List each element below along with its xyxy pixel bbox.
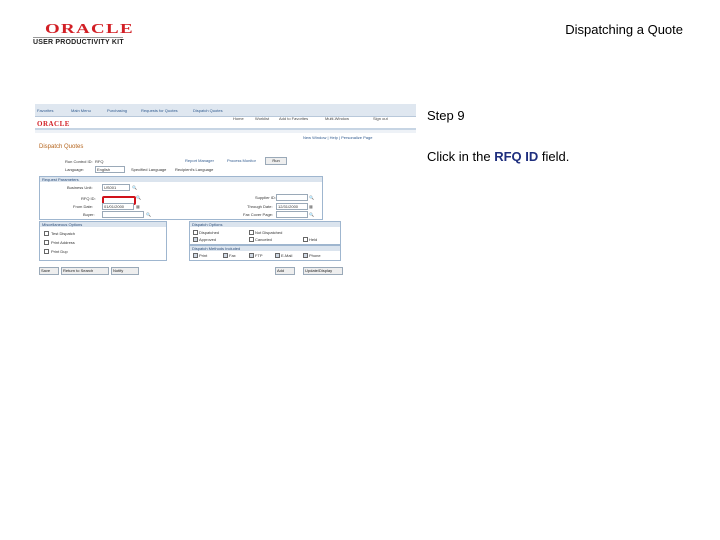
oracle-upk-logo: ORACLE USER PRODUCTIVITY KIT	[33, 22, 133, 48]
held-checkbox[interactable]	[303, 237, 308, 242]
language-label: Language:	[65, 167, 84, 172]
logo-divider	[33, 37, 123, 38]
page-title: Dispatching a Quote	[565, 22, 683, 37]
business-unit-field[interactable]: US001	[102, 184, 130, 191]
fax-cover-label: Fax Cover Page:	[243, 212, 274, 217]
rfq-id-label: RFQ ID:	[81, 196, 96, 201]
business-unit-value: US001	[104, 185, 117, 190]
fax-cover-field[interactable]	[276, 211, 308, 218]
lookup-icon[interactable]: 🔍	[309, 195, 314, 200]
print-address-checkbox[interactable]	[44, 240, 49, 245]
top-link[interactable]: Add to Favorites	[279, 116, 308, 121]
language-value: English	[97, 167, 111, 172]
calendar-icon[interactable]: ▦	[136, 204, 140, 209]
from-date-field[interactable]: 01/01/2000	[102, 203, 134, 210]
canceled-label: Canceled	[255, 237, 272, 242]
screenshot-page-title: Dispatch Quotes	[39, 144, 84, 150]
logo-brand: ORACLE	[45, 22, 134, 37]
dispatch-options-title: Dispatch Options	[190, 222, 340, 227]
instruction-text: Click in the RFQ ID field.	[427, 149, 569, 164]
process-monitor-link[interactable]: Process Monitor	[227, 158, 256, 163]
not-dispatched-label: Not Dispatched	[255, 230, 283, 235]
from-date-value: 01/01/2000	[104, 204, 125, 209]
print-address-label: Print Address	[51, 240, 75, 245]
test-dispatch-checkbox[interactable]	[44, 231, 49, 236]
breadcrumb-item[interactable]: Dispatch Quotes	[193, 108, 223, 113]
save-button[interactable]: Save	[39, 267, 59, 275]
supplier-id-field[interactable]	[276, 194, 308, 201]
screenshot-brand: ORACLE	[37, 120, 70, 128]
buyer-field[interactable]	[102, 211, 144, 218]
lookup-icon[interactable]: 🔍	[132, 185, 137, 190]
not-dispatched-checkbox[interactable]	[249, 230, 254, 235]
top-link[interactable]: Worklist	[255, 116, 269, 121]
dispatched-checkbox[interactable]	[193, 230, 198, 235]
supplier-id-label: Supplier ID:	[255, 195, 276, 200]
print-method-label: Print	[199, 253, 208, 258]
business-unit-label: Business Unit:	[67, 185, 93, 190]
lookup-icon[interactable]: 🔍	[309, 212, 314, 217]
step-label: Step 9	[427, 108, 465, 123]
update-display-button[interactable]: Update/Display	[303, 267, 343, 275]
recipients-language-option[interactable]: Recipient's Language	[175, 167, 213, 172]
breadcrumb-item[interactable]: Requests for Quotes	[141, 108, 178, 113]
request-parameters-title: Request Parameters	[40, 177, 322, 182]
instruction-prefix: Click in the	[427, 149, 495, 164]
instruction-suffix: field.	[538, 149, 570, 164]
approved-checkbox[interactable]	[193, 237, 198, 242]
ftp-method-label: FTP	[255, 253, 263, 258]
personalize-links[interactable]: New Window | Help | Personalize Page	[303, 135, 372, 140]
lookup-icon[interactable]: 🔍	[136, 195, 141, 200]
logo-subtitle: USER PRODUCTIVITY KIT	[33, 39, 124, 46]
calendar-icon[interactable]: ▦	[309, 204, 313, 209]
print-dup-label: Print Dup	[51, 249, 68, 254]
phone-method-label: Phone	[309, 253, 321, 258]
return-to-search-button[interactable]: Return to Search	[61, 267, 109, 275]
sub-bar	[35, 130, 416, 133]
add-button[interactable]: Add	[275, 267, 295, 275]
email-method-checkbox[interactable]	[275, 253, 280, 258]
approved-label: Approved	[199, 237, 217, 242]
top-link[interactable]: Sign out	[373, 116, 388, 121]
lookup-icon[interactable]: 🔍	[146, 212, 151, 217]
misc-options-title: Miscellaneous Options	[40, 222, 166, 227]
run-button[interactable]: Run	[265, 157, 287, 165]
email-method-label: E-Mail	[281, 253, 293, 258]
print-dup-checkbox[interactable]	[44, 249, 49, 254]
application-screenshot: Favorites Main Menu Purchasing Requests …	[35, 104, 416, 278]
specified-language-option[interactable]: Specified Language	[131, 167, 166, 172]
canceled-checkbox[interactable]	[249, 237, 254, 242]
instruction-field: RFQ ID	[494, 149, 539, 164]
run-control-value: RFQ	[95, 159, 104, 164]
breadcrumb-item[interactable]: Main Menu	[71, 108, 91, 113]
breadcrumb: Favorites Main Menu Purchasing Requests …	[35, 104, 416, 117]
fax-method-checkbox[interactable]	[223, 253, 228, 258]
buyer-label: Buyer:	[83, 212, 95, 217]
dispatch-methods-title: Dispatch Methods Included	[190, 246, 340, 251]
report-manager-link[interactable]: Report Manager	[185, 158, 214, 163]
top-link[interactable]: Multi-Window	[325, 116, 349, 121]
run-control-label: Run Control ID:	[65, 159, 93, 164]
phone-method-checkbox[interactable]	[303, 253, 308, 258]
dispatched-label: Dispatched	[199, 230, 220, 235]
print-method-checkbox[interactable]	[193, 253, 198, 258]
ftp-method-checkbox[interactable]	[249, 253, 254, 258]
from-date-label: From Date:	[73, 204, 94, 209]
through-date-value: 12/31/2000	[278, 204, 299, 209]
language-select[interactable]: English	[95, 166, 125, 173]
held-label: Held	[309, 237, 318, 242]
top-link[interactable]: Home	[233, 116, 244, 121]
breadcrumb-item[interactable]: Purchasing	[107, 108, 127, 113]
through-date-field[interactable]: 12/31/2000	[276, 203, 308, 210]
test-dispatch-label: Test Dispatch	[51, 231, 76, 236]
fax-method-label: Fax	[229, 253, 236, 258]
notify-button[interactable]: Notify	[111, 267, 139, 275]
through-date-label: Through Date:	[247, 204, 273, 209]
breadcrumb-item[interactable]: Favorites	[37, 108, 53, 113]
